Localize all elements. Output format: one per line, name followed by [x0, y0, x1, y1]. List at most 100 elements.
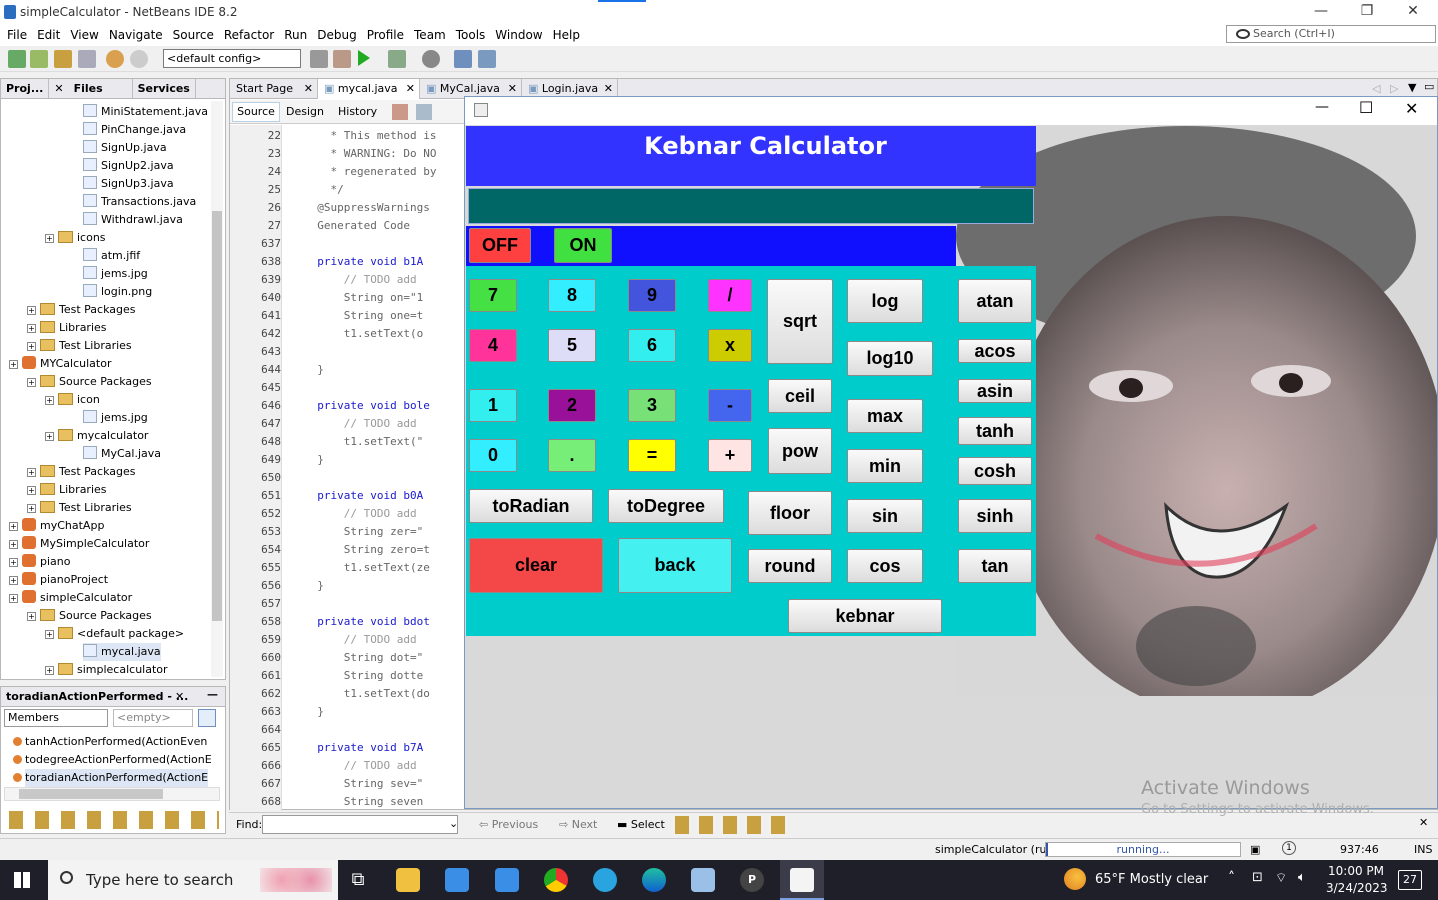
tree-item[interactable]: + myChatApp [9, 517, 104, 535]
tree-item[interactable]: MyCal.java [83, 445, 161, 463]
tab-scroll-left-icon[interactable]: ◁ [1372, 82, 1380, 95]
tab-list-icon[interactable]: ▼ [1408, 81, 1416, 94]
tree-item[interactable]: + Test Packages [27, 301, 135, 319]
menu-profile[interactable]: Profile [362, 28, 409, 42]
calc-close-button[interactable]: ✕ [1405, 99, 1418, 118]
tree-item[interactable]: login.png [83, 283, 152, 301]
pow-button[interactable]: pow [768, 428, 832, 474]
expand-icon[interactable]: + [45, 666, 54, 675]
tab-scroll-right-icon[interactable]: ▷ [1390, 82, 1398, 95]
ceil-button[interactable]: ceil [768, 379, 832, 413]
members-select[interactable]: Members [4, 709, 108, 727]
log10-button[interactable]: log10 [847, 341, 933, 376]
virtualbox-icon[interactable] [691, 868, 715, 892]
to-radian-button[interactable]: toRadian [469, 489, 593, 523]
tree-item[interactable]: MiniStatement.java [83, 103, 208, 121]
navigator-item[interactable]: tanhActionPerformed(ActionEven [13, 733, 207, 751]
code-line[interactable]: private void bdot [304, 615, 430, 628]
expand-icon[interactable]: + [27, 486, 36, 495]
navigator-hscrollbar[interactable] [4, 787, 220, 801]
acos-button[interactable]: acos [958, 339, 1032, 363]
code-line[interactable]: // TODO add [304, 759, 417, 772]
expand-icon[interactable]: + [45, 396, 54, 405]
design-view-tab[interactable]: Design [286, 105, 324, 118]
sin-button[interactable]: sin [847, 499, 923, 533]
tree-item[interactable]: + Test Libraries [27, 337, 132, 355]
navigator-item[interactable]: todegreeActionPerformed(ActionE [13, 751, 212, 769]
tree-item[interactable]: Transactions.java [83, 193, 196, 211]
expand-icon[interactable]: + [9, 576, 18, 585]
tree-scrollbar[interactable] [211, 101, 223, 677]
menu-file[interactable]: File [2, 28, 32, 42]
code-line[interactable]: } [304, 363, 324, 376]
notification-icon[interactable]: 1 [1282, 841, 1296, 855]
tab-mycal-java[interactable]: ▣ mycal.java ✕ [318, 79, 420, 99]
profile-icon[interactable] [422, 50, 440, 68]
run-progress[interactable]: running... [1045, 842, 1241, 857]
menu-tools[interactable]: Tools [451, 28, 491, 42]
menu-help[interactable]: Help [548, 28, 585, 42]
code-line[interactable]: } [304, 453, 324, 466]
code-line[interactable]: String one=t [304, 309, 423, 322]
tree-item[interactable]: + icons [45, 229, 106, 247]
minimize-navigator-icon[interactable]: — [207, 688, 218, 701]
sqrt-button[interactable]: sqrt [767, 279, 833, 364]
close-find-icon[interactable]: ✕ [1419, 816, 1428, 829]
close-button[interactable]: ✕ [1390, 0, 1436, 24]
tree-item[interactable]: + icon [45, 391, 100, 409]
code-line[interactable]: * WARNING: Do NO [304, 147, 436, 160]
calc-maximize-button[interactable]: ☐ [1359, 98, 1373, 117]
tree-item[interactable]: + Test Packages [27, 463, 135, 481]
network-icon[interactable]: ⊡ [1252, 870, 1263, 885]
config-select[interactable]: <default config> [163, 49, 301, 68]
tanh-button[interactable]: tanh [958, 417, 1032, 445]
expand-icon[interactable]: + [27, 468, 36, 477]
tree-item[interactable]: + Source Packages [27, 373, 152, 391]
weather-text[interactable]: 65°F Mostly clear [1095, 872, 1208, 887]
equals-button[interactable]: = [628, 439, 676, 472]
history-view-tab[interactable]: History [338, 105, 377, 118]
tree-item[interactable]: jems.jpg [83, 265, 148, 283]
digit-8-button[interactable]: 8 [548, 279, 596, 312]
code-line[interactable]: t1.setText(ze [304, 561, 430, 574]
code-line[interactable]: t1.setText(do [304, 687, 430, 700]
digit-6-button[interactable]: 6 [628, 329, 676, 362]
code-line[interactable]: // TODO add [304, 273, 417, 286]
asin-button[interactable]: asin [958, 379, 1032, 403]
tree-item[interactable]: + Libraries [27, 319, 107, 337]
subtract-button[interactable]: - [708, 389, 752, 422]
menu-navigate[interactable]: Navigate [104, 28, 168, 42]
show-hidden-icons-icon[interactable]: ˄ [1228, 870, 1235, 886]
dot-button[interactable]: . [548, 439, 596, 472]
calc-minimize-button[interactable]: — [1315, 99, 1329, 115]
find-input[interactable] [262, 815, 458, 834]
to-degree-button[interactable]: toDegree [608, 489, 724, 523]
menu-debug[interactable]: Debug [312, 28, 361, 42]
maximize-editor-icon[interactable]: ▭ [1424, 80, 1434, 93]
add-button[interactable]: + [708, 439, 752, 472]
sinh-button[interactable]: sinh [958, 499, 1032, 533]
tree-item[interactable]: + <default package> [45, 625, 184, 643]
clean-build-icon[interactable] [333, 50, 351, 68]
digit-4-button[interactable]: 4 [469, 329, 517, 362]
code-line[interactable]: String seven [304, 795, 423, 808]
tree-item[interactable]: + Source Packages [27, 607, 152, 625]
tab-start-page[interactable]: Start Page ✕ [230, 79, 318, 99]
code-line[interactable]: String dotte [304, 669, 423, 682]
task-view-icon[interactable]: ⧉ [346, 868, 370, 892]
code-line[interactable]: String dot=" [304, 651, 423, 664]
open-project-icon[interactable] [54, 50, 72, 68]
expand-icon[interactable]: + [27, 306, 36, 315]
tree-item[interactable]: + MYCalculator [9, 355, 111, 373]
code-line[interactable]: t1.setText(o [304, 327, 423, 340]
store-icon[interactable] [445, 868, 469, 892]
navigator-view-icon[interactable] [198, 709, 216, 727]
digit-0-button[interactable]: 0 [469, 439, 517, 472]
tan-button[interactable]: tan [958, 549, 1032, 583]
close-projects-tab-icon[interactable]: ✕ [49, 79, 68, 98]
code-line[interactable]: } [304, 705, 324, 718]
code-line[interactable]: // TODO add [304, 417, 417, 430]
back-history-icon[interactable] [392, 104, 408, 120]
find-options-icons[interactable] [675, 816, 793, 834]
multiply-button[interactable]: x [708, 329, 752, 362]
